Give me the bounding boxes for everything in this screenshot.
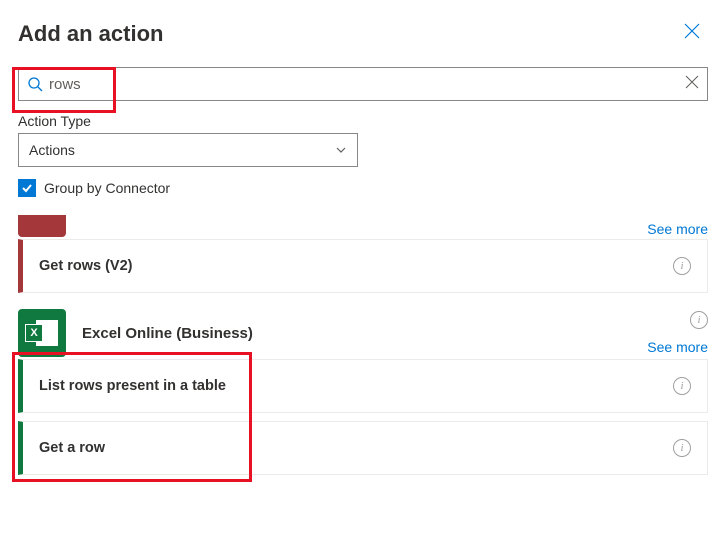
action-title: Get rows (V2) [39,258,132,274]
see-more-link[interactable]: See more [647,221,708,237]
close-icon [684,23,700,39]
info-icon[interactable]: i [673,377,691,395]
action-type-value: Actions [29,142,75,158]
group-by-checkbox[interactable] [18,179,36,197]
action-title: Get a row [39,440,105,456]
close-button[interactable] [676,18,708,49]
group-by-label: Group by Connector [44,180,170,196]
action-get-a-row[interactable]: Get a row i [18,421,708,475]
pane-header: Add an action [18,18,708,49]
check-icon [21,182,33,194]
connector-name: Excel Online (Business) [82,325,253,342]
excel-icon: X [18,309,66,357]
group-by-row: Group by Connector [18,179,708,197]
search-icon [27,76,43,92]
see-more-link[interactable]: See more [647,339,708,355]
clear-icon [685,75,699,89]
action-list-rows-present[interactable]: List rows present in a table i [18,359,708,413]
connector-header-right: i See more [647,311,708,355]
connector-partial-header: See more [18,215,708,237]
info-icon[interactable]: i [690,311,708,329]
action-type-select[interactable]: Actions [18,133,358,167]
chevron-down-icon [335,144,347,156]
pane-title: Add an action [18,21,163,47]
info-icon[interactable]: i [673,257,691,275]
connector-excel-header: X Excel Online (Business) i See more [18,309,708,357]
action-title: List rows present in a table [39,378,226,394]
search-input[interactable] [49,76,685,93]
connector-icon-partial [18,215,66,237]
action-type-label: Action Type [18,113,708,129]
action-get-rows-v2[interactable]: Get rows (V2) i [18,239,708,293]
info-icon[interactable]: i [673,439,691,457]
connector-header-left: X Excel Online (Business) [18,309,253,357]
search-field[interactable] [18,67,708,101]
clear-search-button[interactable] [685,75,699,94]
